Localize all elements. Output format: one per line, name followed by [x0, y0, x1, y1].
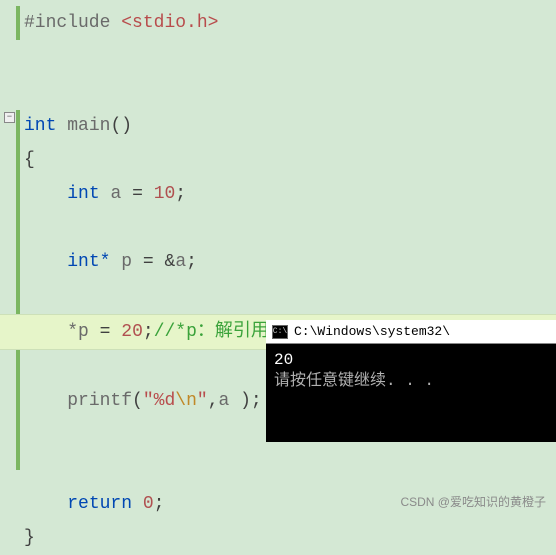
console-line: 20: [274, 350, 548, 371]
cmd-icon: C:\: [272, 325, 288, 339]
code-line: [24, 40, 556, 74]
code-line: [24, 211, 556, 245]
code-line: [24, 452, 556, 486]
code-editor[interactable]: #include <stdio.h> int main() { int a = …: [0, 0, 556, 555]
code-line: int a = 10;: [24, 177, 556, 211]
parens: (): [110, 116, 132, 136]
console-titlebar[interactable]: C:\ C:\Windows\system32\: [266, 320, 556, 344]
watermark: CSDN @爱吃知识的黄橙子: [400, 493, 546, 510]
console-title: C:\Windows\system32\: [294, 324, 450, 339]
code-line: int main(): [24, 109, 556, 143]
code-line: }: [24, 521, 556, 555]
console-line: 请按任意键继续. . .: [274, 371, 548, 392]
code-line: #include <stdio.h>: [24, 6, 556, 40]
function-name: main: [67, 116, 110, 136]
keyword-int: int: [24, 116, 56, 136]
preproc-directive: #include: [24, 13, 110, 33]
include-header: <stdio.h>: [121, 13, 218, 33]
code-line: {: [24, 143, 556, 177]
code-line: [24, 74, 556, 108]
code-line: int* p = &a;: [24, 245, 556, 279]
console-output: 20 请按任意键继续. . .: [266, 344, 556, 442]
console-window[interactable]: C:\ C:\Windows\system32\ 20 请按任意键继续. . .: [266, 320, 556, 442]
code-line: [24, 280, 556, 314]
